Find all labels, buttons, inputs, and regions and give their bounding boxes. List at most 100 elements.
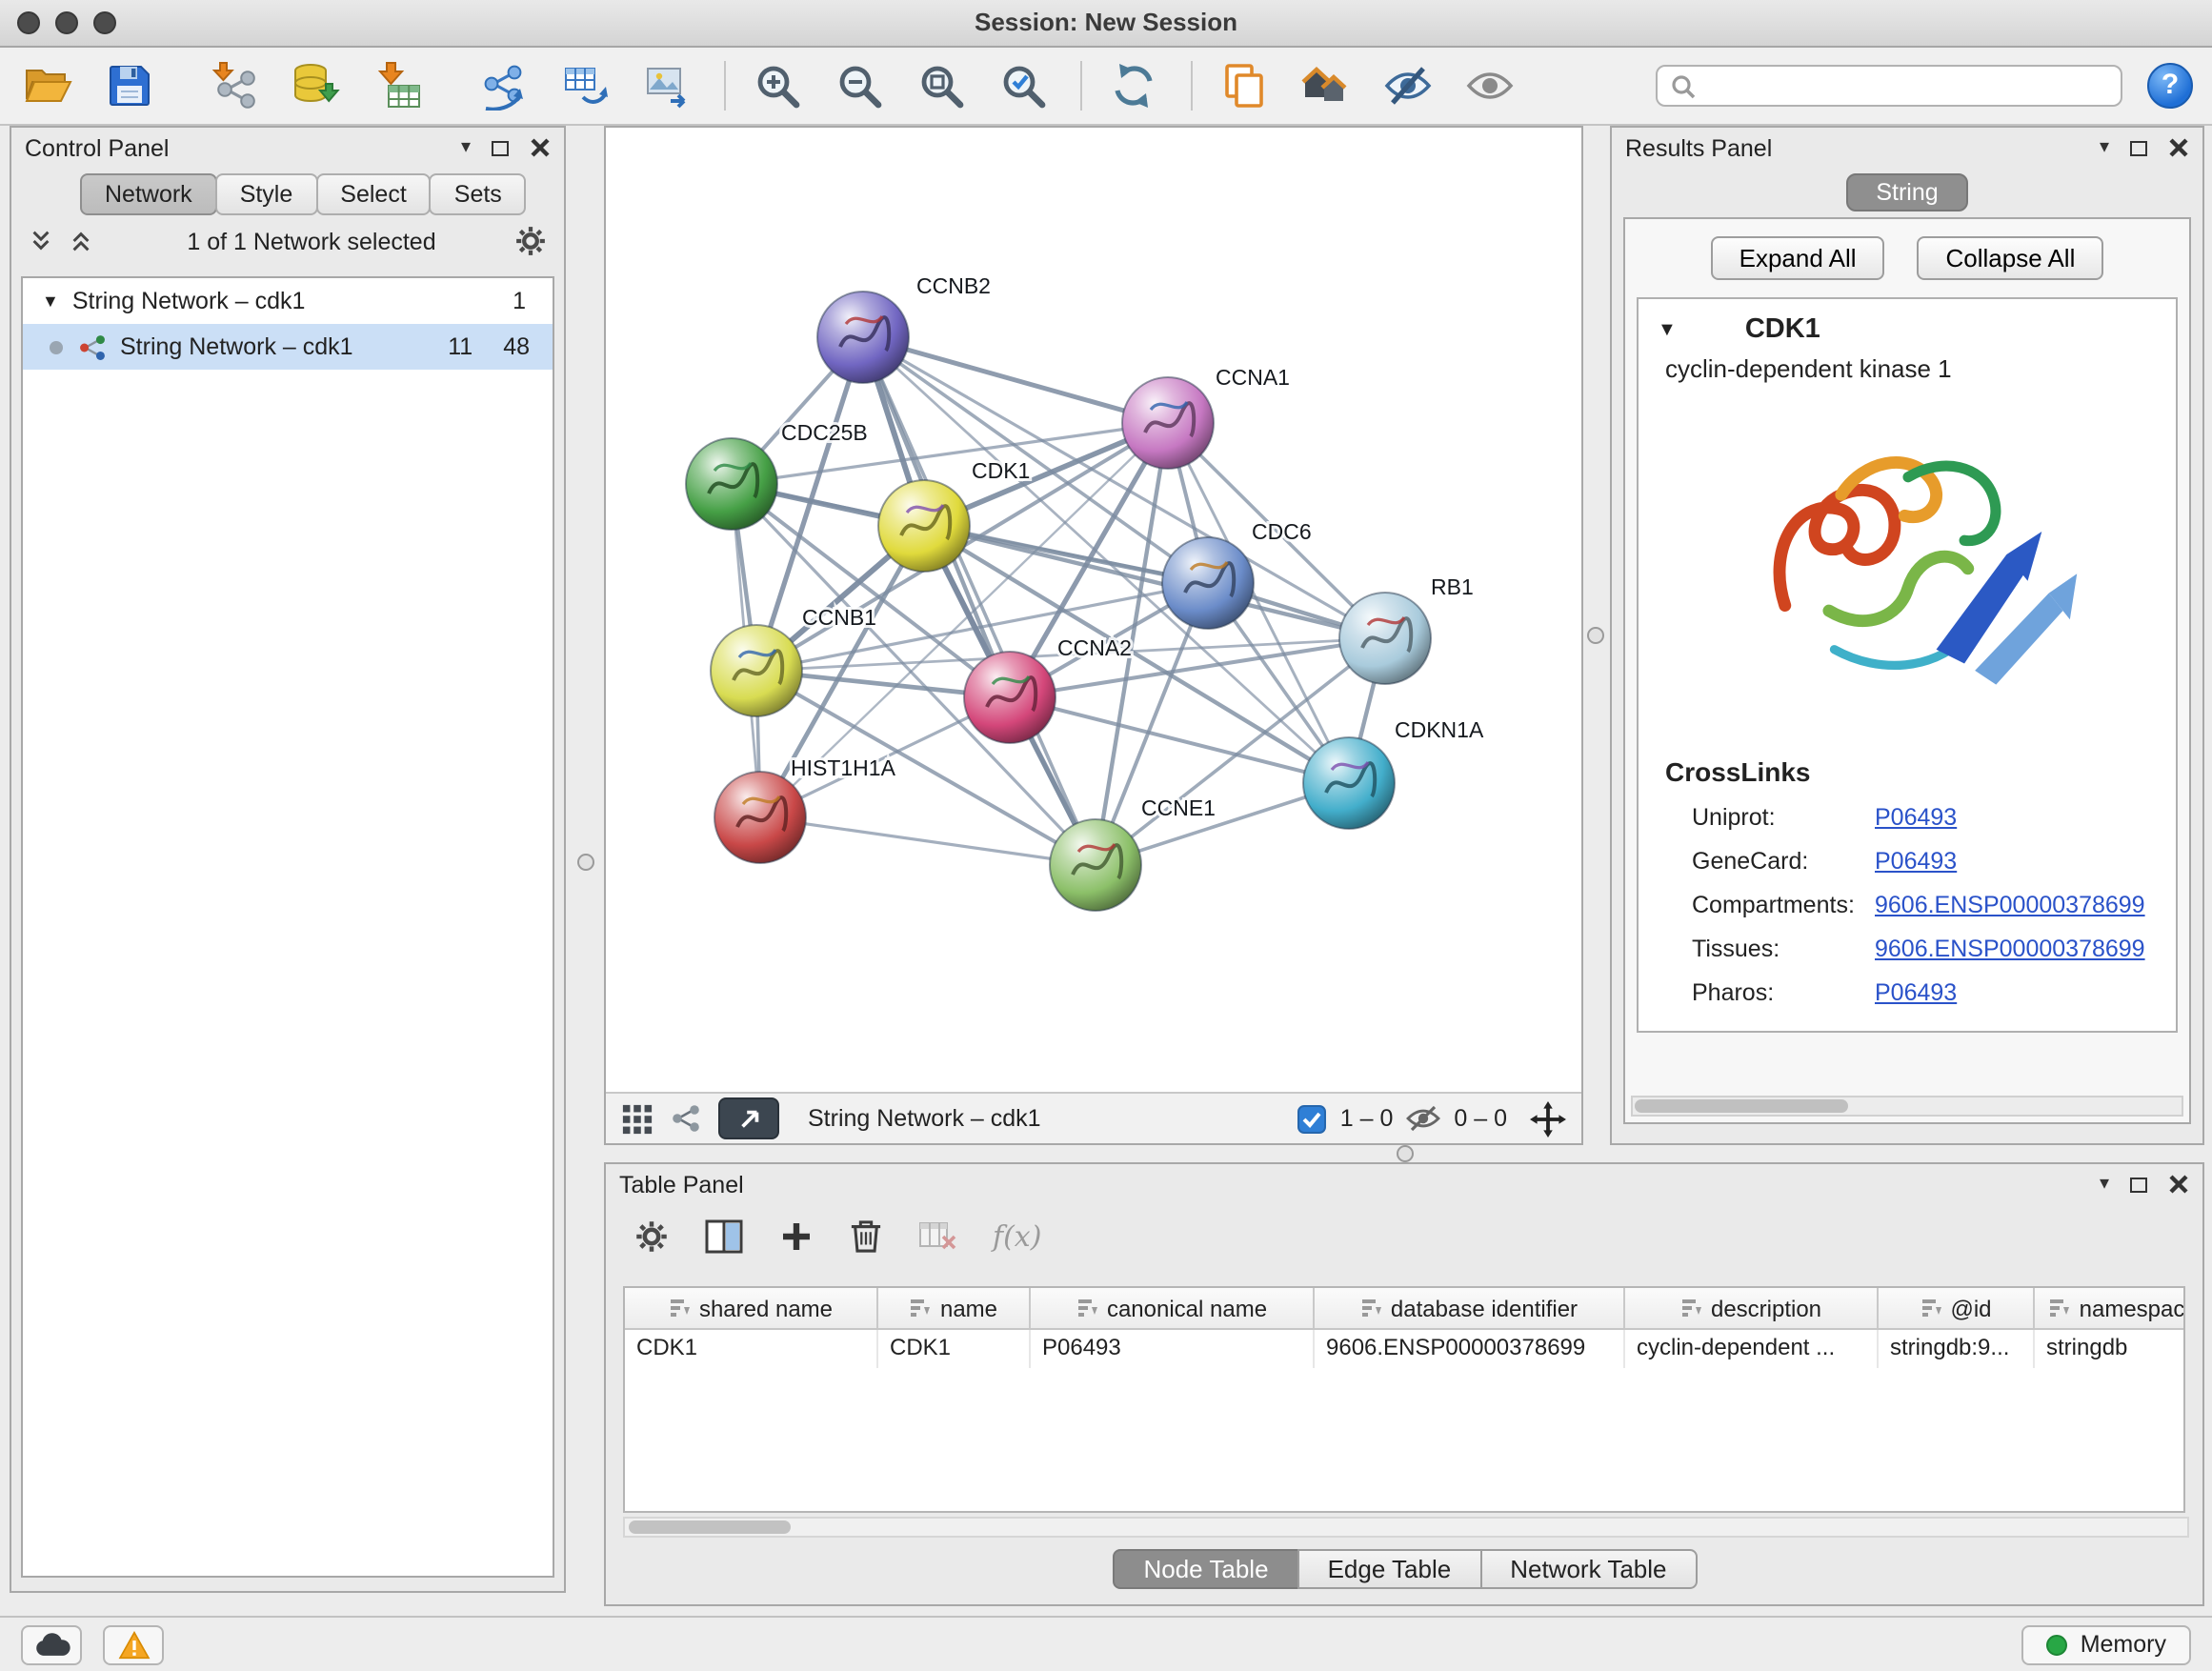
column-header-id[interactable]: @id	[1879, 1288, 2035, 1328]
cell-description[interactable]: cyclin-dependent ...	[1625, 1330, 1879, 1368]
uniprot-link[interactable]: P06493	[1875, 796, 1957, 840]
import-table-from-file-button[interactable]	[370, 57, 427, 114]
table-options-gear-button[interactable]	[634, 1218, 669, 1253]
tab-select[interactable]: Select	[315, 173, 432, 215]
scrollbar-thumb[interactable]	[629, 1520, 791, 1534]
column-header-name[interactable]: name	[878, 1288, 1031, 1328]
network-node-rb1[interactable]: RB1	[1339, 574, 1474, 684]
export-image-button[interactable]	[638, 57, 695, 114]
tab-network-table[interactable]: Network Table	[1479, 1549, 1697, 1589]
tab-sets[interactable]: Sets	[430, 173, 527, 215]
help-button[interactable]: ?	[2147, 63, 2193, 109]
import-network-from-database-button[interactable]	[288, 57, 345, 114]
cell-canonical-name[interactable]: P06493	[1031, 1330, 1315, 1368]
network-edge[interactable]	[863, 337, 1096, 865]
tab-style[interactable]: Style	[215, 173, 318, 215]
compartments-link[interactable]: 9606.ENSP00000378699	[1875, 884, 2145, 928]
panel-menu-button[interactable]: ▾	[2100, 1175, 2109, 1194]
tab-string[interactable]: String	[1845, 173, 1968, 211]
horizontal-splitter-handle[interactable]	[1397, 1145, 1414, 1162]
function-builder-button[interactable]: f(x)	[993, 1218, 1041, 1253]
cell-database-identifier[interactable]: 9606.ENSP00000378699	[1315, 1330, 1625, 1368]
zoom-out-button[interactable]	[831, 57, 888, 114]
create-column-button[interactable]	[779, 1218, 814, 1253]
cell-id[interactable]: stringdb:9...	[1879, 1330, 2035, 1368]
zoom-fit-button[interactable]	[913, 57, 970, 114]
delete-column-button[interactable]	[850, 1218, 882, 1254]
network-options-gear-button[interactable]	[514, 225, 547, 257]
column-header-canonical-name[interactable]: canonical name	[1031, 1288, 1315, 1328]
cell-shared-name[interactable]: CDK1	[625, 1330, 878, 1368]
panel-float-button[interactable]	[492, 140, 509, 155]
column-header-database-ident[interactable]: database identifier	[1315, 1288, 1625, 1328]
network-row-selected[interactable]: String Network – cdk1 11 48	[23, 324, 553, 370]
search-input[interactable]	[1705, 70, 2107, 101]
network-edge[interactable]	[924, 526, 1385, 638]
cloud-button[interactable]	[21, 1624, 82, 1664]
show-selected-button[interactable]	[1461, 57, 1518, 114]
network-overview-button[interactable]	[671, 1103, 701, 1134]
network-node-cdk1[interactable]: CDK1	[878, 458, 1030, 572]
memory-button[interactable]: Memory	[2021, 1624, 2191, 1664]
delete-table-button[interactable]	[918, 1220, 956, 1251]
column-header-description[interactable]: description	[1625, 1288, 1879, 1328]
results-horizontal-scrollbar[interactable]	[1631, 1096, 2183, 1117]
refresh-view-button[interactable]	[1105, 57, 1162, 114]
genecard-link[interactable]: P06493	[1875, 840, 1957, 884]
panel-menu-button[interactable]: ▾	[461, 138, 471, 157]
left-splitter-handle[interactable]	[577, 854, 594, 871]
panel-float-button[interactable]	[2130, 140, 2147, 155]
hide-selected-button[interactable]	[1379, 57, 1437, 114]
table-row[interactable]: CDK1 CDK1 P06493 9606.ENSP00000378699 cy…	[625, 1330, 2183, 1368]
section-collapse-icon[interactable]: ▼	[1658, 319, 1677, 340]
tab-network[interactable]: Network	[80, 173, 217, 215]
right-splitter-handle[interactable]	[1587, 627, 1604, 644]
network-node-ccna1[interactable]: CCNA1	[1122, 365, 1290, 469]
hidden-eye-slash-icon[interactable]	[1406, 1105, 1440, 1132]
detach-view-button[interactable]	[718, 1097, 779, 1139]
table-horizontal-scrollbar[interactable]	[623, 1517, 2189, 1538]
window-close-button[interactable]	[17, 11, 40, 34]
panel-close-button[interactable]	[530, 137, 551, 158]
panel-float-button[interactable]	[2130, 1177, 2147, 1192]
network-collection-row[interactable]: ▼ String Network – cdk1 1	[23, 278, 553, 324]
open-session-button[interactable]	[19, 57, 76, 114]
network-node-hist1h1a[interactable]: HIST1H1A	[714, 755, 896, 863]
copy-button[interactable]	[1216, 57, 1273, 114]
zoom-selected-button[interactable]	[995, 57, 1052, 114]
network-canvas[interactable]: CCNB2CCNA1CDC25BCDK1CDC6RB1CCNB1CCNA2CDK…	[606, 128, 1581, 1092]
network-node-ccnb1[interactable]: CCNB1	[711, 605, 876, 716]
select-columns-button[interactable]	[705, 1218, 743, 1253]
save-session-button[interactable]	[101, 57, 158, 114]
network-node-ccne1[interactable]: CCNE1	[1050, 795, 1216, 911]
tab-node-table[interactable]: Node Table	[1113, 1549, 1298, 1589]
zoom-in-button[interactable]	[749, 57, 806, 114]
network-node-cdc6[interactable]: CDC6	[1162, 519, 1312, 629]
show-all-networks-button[interactable]	[1297, 57, 1355, 114]
column-header-shared-name[interactable]: shared name	[625, 1288, 878, 1328]
network-node-cdc25b[interactable]: CDC25B	[686, 420, 868, 530]
scrollbar-thumb[interactable]	[1635, 1099, 1848, 1113]
panel-menu-button[interactable]: ▾	[2100, 138, 2109, 157]
window-zoom-button[interactable]	[93, 11, 116, 34]
expand-all-button[interactable]: Expand All	[1711, 236, 1885, 280]
tree-expand-icon[interactable]: ▼	[42, 292, 59, 311]
panel-close-button[interactable]	[2168, 1174, 2189, 1195]
warnings-button[interactable]	[103, 1624, 164, 1664]
tab-edge-table[interactable]: Edge Table	[1297, 1549, 1482, 1589]
grid-view-button[interactable]	[621, 1102, 654, 1135]
collapse-all-button[interactable]	[29, 229, 53, 253]
network-edge[interactable]	[760, 817, 1096, 865]
network-node-cdkn1a[interactable]: CDKN1A	[1303, 717, 1484, 829]
import-network-from-file-button[interactable]	[206, 57, 263, 114]
cell-namespace[interactable]: stringdb	[2035, 1330, 2185, 1368]
window-minimize-button[interactable]	[55, 11, 78, 34]
selection-checkbox-icon[interactable]	[1298, 1104, 1327, 1133]
cell-name[interactable]: CDK1	[878, 1330, 1031, 1368]
clone-network-button[interactable]	[474, 57, 532, 114]
pharos-link[interactable]: P06493	[1875, 972, 1957, 1016]
collapse-all-button[interactable]: Collapse All	[1918, 236, 2104, 280]
tissues-link[interactable]: 9606.ENSP00000378699	[1875, 928, 2145, 972]
network-from-table-button[interactable]	[556, 57, 613, 114]
column-header-namespace[interactable]: namespac	[2035, 1288, 2185, 1328]
